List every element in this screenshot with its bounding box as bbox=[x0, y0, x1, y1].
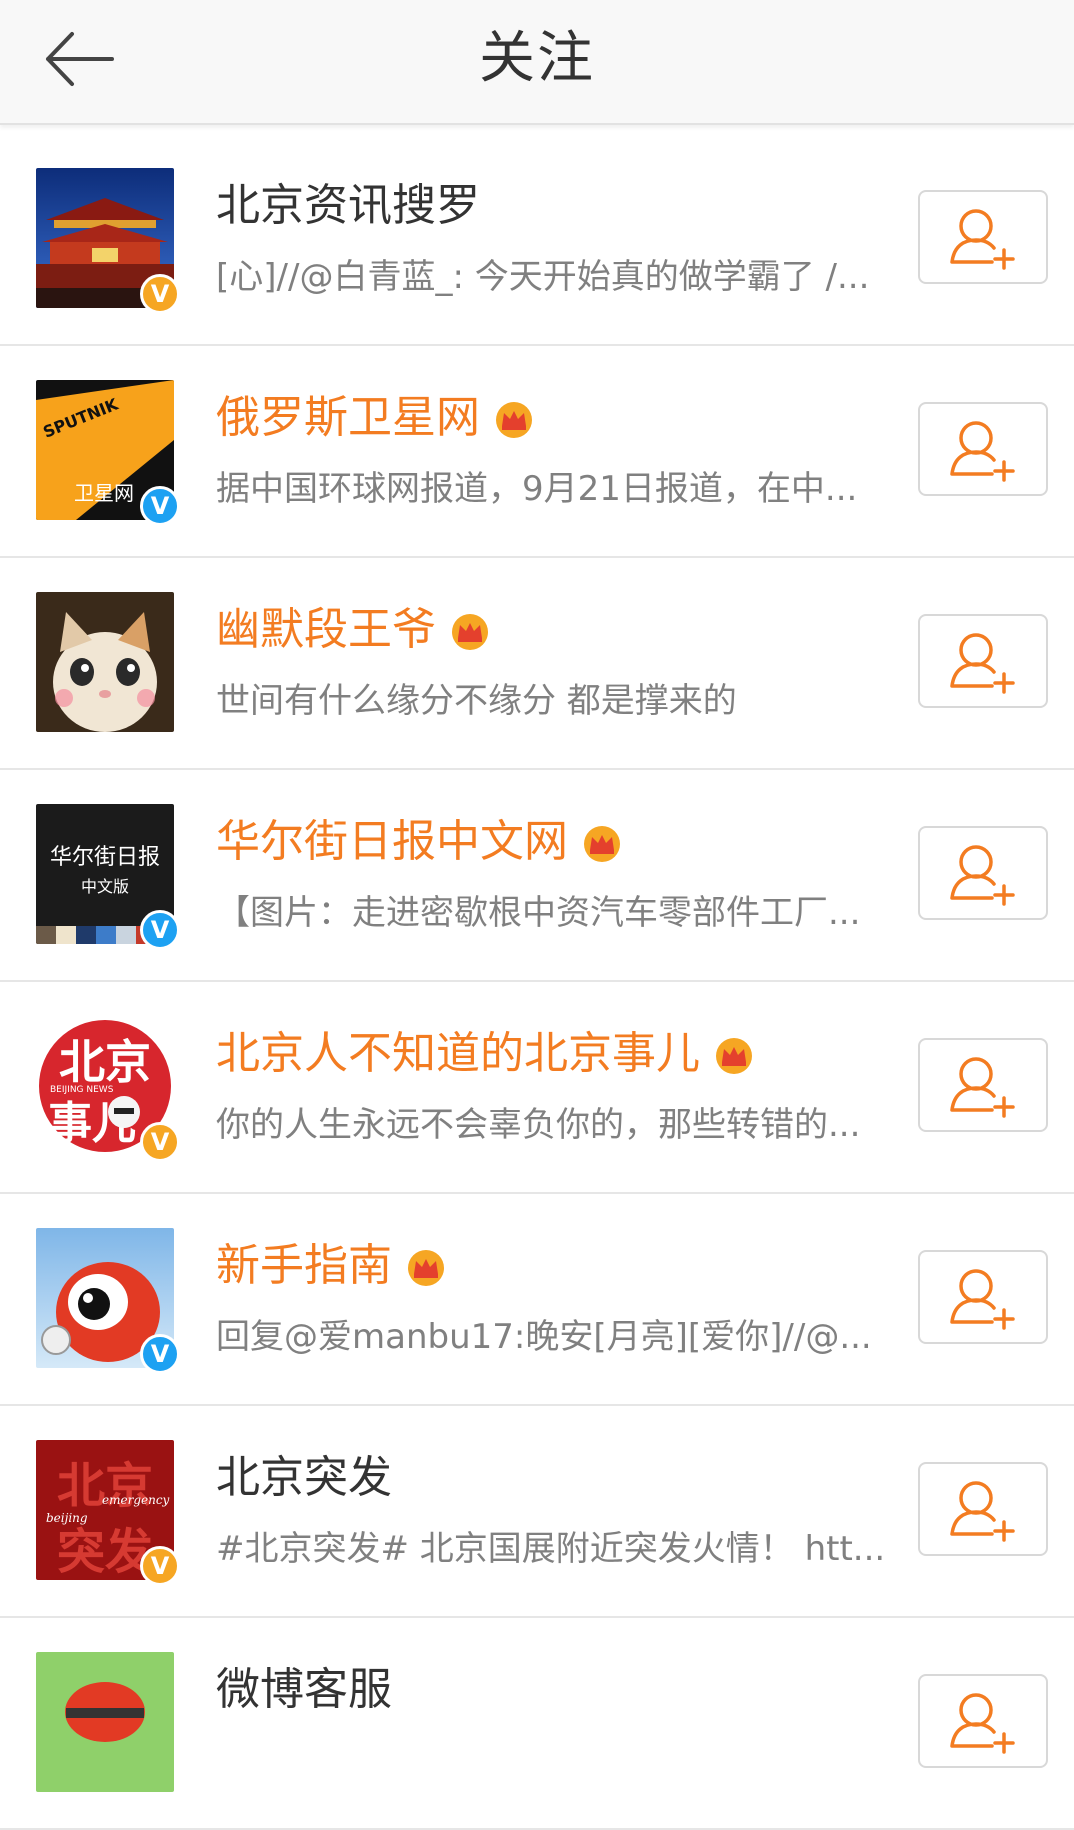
user-name[interactable]: 北京资讯搜罗 bbox=[216, 176, 480, 236]
vip-crown-icon bbox=[716, 1038, 752, 1074]
avatar-text: 中文版 bbox=[81, 877, 129, 896]
avatar-text: emergency bbox=[102, 1493, 170, 1507]
add-follow-button[interactable] bbox=[918, 1038, 1048, 1132]
latest-post: #北京突发# 北京国展附近突发火情！ htt... bbox=[216, 1529, 886, 1569]
verified-badge-icon: V bbox=[140, 1546, 180, 1586]
avatar-text: 突发 bbox=[57, 1524, 153, 1580]
latest-post: 回复@爱manbu17:晚安[月亮][爱你]//@... bbox=[216, 1317, 872, 1357]
add-follow-button[interactable] bbox=[918, 1462, 1048, 1556]
list-item[interactable]: V 北京资讯搜罗 [心]//@白青蓝_: 今天开始真的做学霸了 /... bbox=[0, 134, 1074, 346]
vip-crown-icon bbox=[408, 1250, 444, 1286]
list-item[interactable]: 微博客服 bbox=[0, 1618, 1074, 1830]
latest-post: 据中国环球网报道，9月21日报道，在中... bbox=[216, 469, 858, 509]
list-item[interactable]: 幽默段王爷 世间有什么缘分不缘分 都是撑来的 bbox=[0, 558, 1074, 770]
add-follow-button[interactable] bbox=[918, 826, 1048, 920]
top-bar: 关注 bbox=[0, 0, 1074, 125]
list-item[interactable]: 北京 突发 beijing emergency V 北京突发 #北京突发# 北京… bbox=[0, 1406, 1074, 1618]
cat-avatar[interactable] bbox=[36, 592, 174, 732]
add-user-icon bbox=[950, 209, 1015, 270]
avatar-text: BEIJING NEWS bbox=[50, 1085, 114, 1095]
user-name[interactable]: 微博客服 bbox=[216, 1660, 392, 1720]
latest-post: [心]//@白青蓝_: 今天开始真的做学霸了 /... bbox=[216, 257, 870, 297]
user-name[interactable]: 俄罗斯卫星网 bbox=[216, 388, 536, 448]
following-list: V 北京资讯搜罗 [心]//@白青蓝_: 今天开始真的做学霸了 /... SPU… bbox=[0, 134, 1074, 1830]
list-item[interactable]: V 新手指南 回复@爱manbu17:晚安[月亮][爱你]//@... bbox=[0, 1194, 1074, 1406]
user-name[interactable]: 新手指南 bbox=[216, 1236, 448, 1296]
user-name[interactable]: 华尔街日报中文网 bbox=[216, 812, 624, 872]
verified-badge-icon: V bbox=[140, 274, 180, 314]
latest-post: 你的人生永远不会辜负你的，那些转错的... bbox=[216, 1105, 861, 1145]
add-user-icon bbox=[950, 1269, 1015, 1330]
avatar-text: beijing bbox=[46, 1511, 88, 1525]
vip-crown-icon bbox=[584, 826, 620, 862]
list-item[interactable]: 华尔街日报 中文版 V 华尔街日报中文网 【图片：走进密歇根中资汽车零部件工厂.… bbox=[0, 770, 1074, 982]
page-title: 关注 bbox=[479, 26, 595, 91]
add-user-icon bbox=[950, 633, 1015, 694]
latest-post: 【图片：走进密歇根中资汽车零部件工厂... bbox=[216, 893, 861, 933]
weibo-service-avatar[interactable] bbox=[36, 1652, 174, 1792]
avatar-text: 卫星网 bbox=[74, 481, 134, 505]
add-follow-button[interactable] bbox=[918, 614, 1048, 708]
add-user-icon bbox=[950, 845, 1015, 906]
user-name[interactable]: 幽默段王爷 bbox=[216, 600, 492, 660]
user-name[interactable]: 北京人不知道的北京事儿 bbox=[216, 1024, 756, 1084]
list-item[interactable]: SPUTNIK 卫星网 V 俄罗斯卫星网 据中国环球网报道，9月21日报道，在中… bbox=[0, 346, 1074, 558]
list-item[interactable]: 北京 BEIJING NEWS 事儿 V 北京人不知道的北京事儿 你的人生永远不… bbox=[0, 982, 1074, 1194]
latest-post: 世间有什么缘分不缘分 都是撑来的 bbox=[216, 681, 737, 721]
add-user-icon bbox=[950, 1481, 1015, 1542]
add-user-icon bbox=[950, 1057, 1015, 1118]
add-follow-button[interactable] bbox=[918, 402, 1048, 496]
avatar-text: 北京 bbox=[59, 1035, 151, 1089]
avatar-text: 华尔街日报 bbox=[50, 845, 160, 870]
add-user-icon bbox=[950, 1693, 1015, 1754]
vip-crown-icon bbox=[496, 402, 532, 438]
user-name[interactable]: 北京突发 bbox=[216, 1448, 392, 1508]
add-user-icon bbox=[950, 421, 1015, 482]
add-follow-button[interactable] bbox=[918, 190, 1048, 284]
add-follow-button[interactable] bbox=[918, 1674, 1048, 1768]
verified-badge-icon: V bbox=[140, 1334, 180, 1374]
add-follow-button[interactable] bbox=[918, 1250, 1048, 1344]
verified-badge-icon: V bbox=[140, 486, 180, 526]
vip-crown-icon bbox=[452, 614, 488, 650]
verified-badge-icon: V bbox=[140, 910, 180, 950]
verified-badge-icon: V bbox=[140, 1122, 180, 1162]
